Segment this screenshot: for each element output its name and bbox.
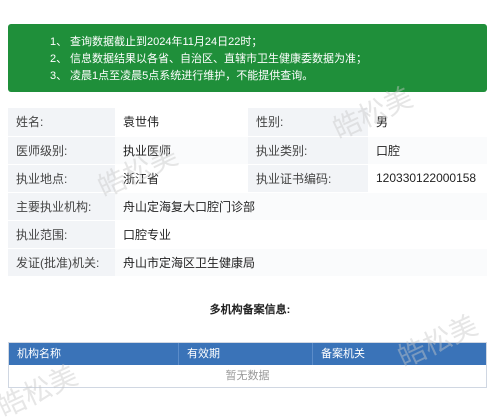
issuer-label: 发证(批准)机关: — [8, 248, 115, 277]
org-value: 舟山定海复大口腔门诊部 — [115, 192, 487, 221]
info-row: 姓名: 袁世伟 性别: 男 — [8, 108, 487, 137]
scope-value: 口腔专业 — [115, 220, 487, 249]
cert-label: 执业证书编码: — [248, 164, 368, 193]
name-label: 姓名: — [8, 108, 115, 137]
multi-org-table: 机构名称 有效期 备案机关 暂无数据 — [8, 342, 487, 388]
column-header-registrar[interactable]: 备案机关 — [313, 343, 486, 365]
table-header: 机构名称 有效期 备案机关 — [9, 343, 486, 365]
info-row: 主要执业机构: 舟山定海复大口腔门诊部 — [8, 192, 487, 221]
notice-item: 1、 查询数据截止到2024年11月24日22时； — [50, 36, 263, 48]
notice-item: 3、 凌晨1点至凌晨5点系统进行维护，不能提供查询。 — [50, 70, 314, 82]
info-row: 发证(批准)机关: 舟山市定海区卫生健康局 — [8, 248, 487, 277]
issuer-value: 舟山市定海区卫生健康局 — [115, 248, 487, 277]
org-label: 主要执业机构: — [8, 192, 115, 221]
gender-label: 性别: — [248, 108, 368, 137]
notice-banner: 1、 查询数据截止到2024年11月24日22时； 2、 信息数据结果以各省、自治区… — [8, 24, 487, 92]
name-value: 袁世伟 — [115, 108, 248, 137]
category-value: 口腔 — [368, 136, 487, 165]
info-row: 医师级别: 执业医师 执业类别: 口腔 — [8, 136, 487, 165]
scope-label: 执业范围: — [8, 220, 115, 249]
level-label: 医师级别: — [8, 136, 115, 165]
gender-value: 男 — [368, 108, 487, 137]
empty-placeholder: 暂无数据 — [225, 370, 270, 382]
info-row: 执业地点: 浙江省 执业证书编码: 120330122000158 — [8, 164, 487, 193]
column-header-validity[interactable]: 有效期 — [179, 343, 313, 365]
location-label: 执业地点: — [8, 164, 115, 193]
notice-item: 2、 信息数据结果以各省、自治区、直辖市卫生健康委数据为准； — [50, 53, 367, 65]
notice-list: 1、 查询数据截止到2024年11月24日22时； 2、 信息数据结果以各省、自治区… — [50, 34, 487, 85]
category-label: 执业类别: — [248, 136, 368, 165]
multi-org-title: 多机构备案信息: — [209, 304, 291, 316]
info-row: 执业范围: 口腔专业 — [8, 220, 487, 249]
column-header-org-name[interactable]: 机构名称 — [9, 343, 179, 365]
cert-value: 120330122000158 — [368, 164, 487, 193]
location-value: 浙江省 — [115, 164, 248, 193]
level-value: 执业医师 — [115, 136, 248, 165]
doctor-info-table: 姓名: 袁世伟 性别: 男 医师级别: 执业医师 执业类别: 口腔 执业地点: … — [8, 108, 487, 277]
